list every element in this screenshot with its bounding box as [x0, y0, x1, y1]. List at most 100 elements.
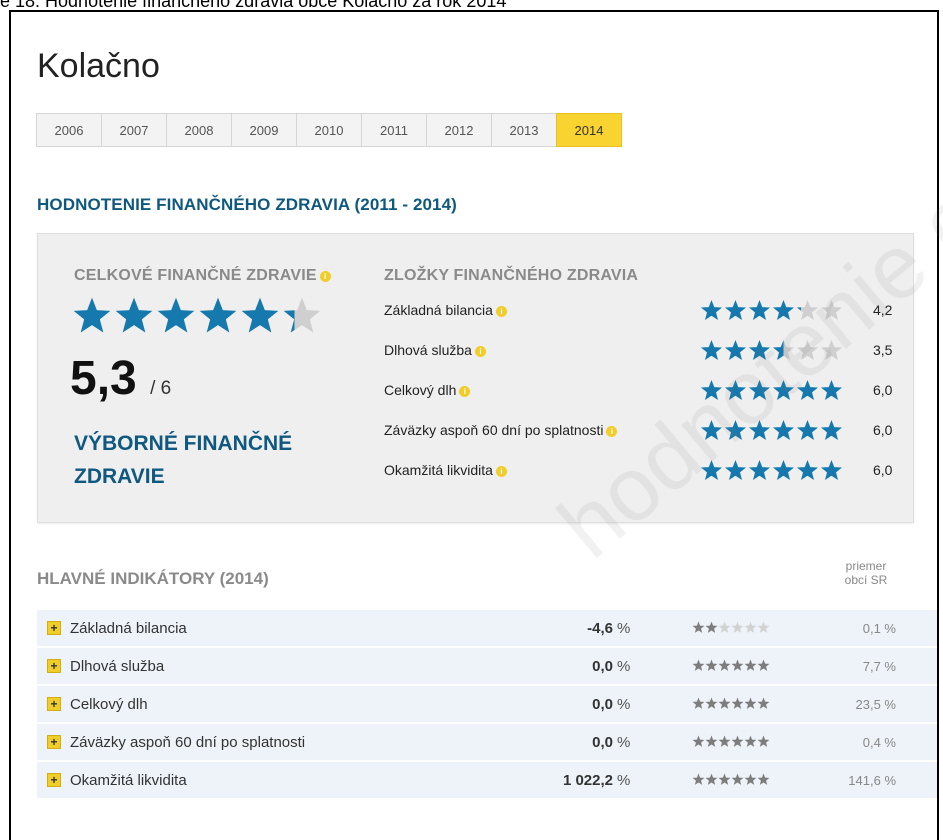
component-row: Okamžitá likvidita i 6,0: [384, 459, 904, 483]
expand-icon[interactable]: +: [47, 697, 61, 711]
star-icon: [796, 379, 819, 400]
indicator-unit: %: [617, 620, 631, 637]
health-panel: CELKOVÉ FINANČNÉ ZDRAVIE i 5,3 / 6 VÝBORN…: [37, 233, 914, 523]
table-row: + Dlhová služba 0,0% 7,7 %: [37, 648, 937, 684]
star-icon: [115, 297, 153, 333]
star-icon: [718, 773, 731, 785]
indicator-unit: %: [617, 696, 631, 713]
overall-health-label-text: CELKOVÉ FINANČNÉ ZDRAVIE: [74, 267, 317, 284]
star-icon: [700, 299, 723, 320]
star-icon: [705, 697, 718, 709]
table-row: + Celkový dlh 0,0% 23,5 %: [37, 686, 937, 722]
info-icon[interactable]: i: [606, 426, 618, 437]
star-icon: [724, 419, 747, 440]
star-icon: [731, 659, 744, 671]
expand-icon[interactable]: +: [47, 735, 61, 749]
tab-year-2006[interactable]: 2006: [36, 113, 102, 147]
star-icon: [718, 735, 731, 747]
component-stars: [700, 339, 843, 367]
info-icon[interactable]: i: [474, 346, 486, 357]
indicator-stars: [692, 773, 770, 791]
table-row: + Záväzky aspoň 60 dní po splatnosti 0,0% 0…: [37, 724, 937, 760]
expand-icon[interactable]: +: [47, 773, 61, 787]
component-stars: [700, 419, 843, 447]
tab-year-2009[interactable]: 2009: [231, 113, 297, 147]
indicator-name: Dlhová služba: [70, 658, 165, 675]
components-label: ZLOŽKY FINANČNÉHO ZDRAVIA: [384, 267, 639, 284]
indicator-value: -4,6: [587, 620, 613, 637]
star-icon: [718, 659, 731, 671]
star-icon: [724, 379, 747, 400]
tab-year-2014[interactable]: 2014: [556, 113, 622, 147]
star-icon: [724, 459, 747, 480]
component-value: 6,0: [873, 462, 893, 478]
tab-year-2012[interactable]: 2012: [426, 113, 492, 147]
component-value: 3,5: [873, 342, 893, 358]
component-row: Dlhová služba i 3,5: [384, 339, 904, 363]
star-icon: [692, 659, 705, 671]
indicator-stars: [692, 621, 770, 639]
component-name: Celkový dlh i: [384, 382, 471, 398]
indicator-unit: %: [617, 772, 631, 789]
tab-year-2008[interactable]: 2008: [166, 113, 232, 147]
average-header-line1: priemer: [845, 559, 887, 573]
info-icon[interactable]: i: [459, 386, 471, 397]
expand-icon[interactable]: +: [47, 621, 61, 635]
overall-stars: [73, 297, 321, 333]
star-icon: [748, 339, 771, 360]
star-icon: [692, 697, 705, 709]
average-column-header: priemer obcí SR: [836, 559, 896, 587]
component-name: Záväzky aspoň 60 dní po splatnosti i: [384, 422, 618, 438]
expand-icon[interactable]: +: [47, 659, 61, 673]
component-row: Základná bilancia i 4,2: [384, 299, 904, 323]
info-icon[interactable]: i: [495, 466, 507, 477]
component-value: 6,0: [873, 382, 893, 398]
star-icon: [700, 339, 723, 360]
star-icon: [772, 419, 795, 440]
overall-score-value: 5,3: [70, 352, 137, 405]
star-icon: [731, 735, 744, 747]
indicator-name: Záväzky aspoň 60 dní po splatnosti: [70, 734, 306, 751]
star-icon: [820, 419, 843, 440]
table-row: + Základná bilancia -4,6% 0,1 %: [37, 610, 937, 646]
star-icon: [692, 773, 705, 785]
indicator-average: 141,6 %: [848, 773, 896, 788]
component-star-rating: [700, 339, 843, 360]
component-name: Okamžitá likvidita i: [384, 462, 507, 478]
component-row: Záväzky aspoň 60 dní po splatnosti i 6,0: [384, 419, 904, 443]
star-icon: [199, 297, 237, 333]
tab-year-2013[interactable]: 2013: [491, 113, 557, 147]
star-icon: [744, 621, 757, 633]
star-icon: [757, 735, 770, 747]
star-icon: [241, 297, 279, 333]
health-section-title: HODNOTENIE FINANČNÉHO ZDRAVIA (2011 - 20…: [37, 195, 457, 214]
star-icon: [820, 339, 843, 360]
component-star-rating: [700, 379, 843, 400]
info-icon[interactable]: i: [495, 306, 507, 317]
star-icon: [757, 621, 770, 633]
indicator-star-rating: [692, 773, 770, 785]
indicator-stars: [692, 659, 770, 677]
star-icon: [700, 419, 723, 440]
tab-year-2007[interactable]: 2007: [101, 113, 167, 147]
info-icon[interactable]: i: [319, 271, 331, 282]
tab-year-2011[interactable]: 2011: [361, 113, 427, 147]
star-icon: [796, 299, 819, 320]
star-icon: [796, 339, 819, 360]
indicator-value: 0,0: [592, 696, 613, 713]
indicator-average: 23,5 %: [855, 697, 896, 712]
star-icon: [731, 773, 744, 785]
star-icon: [700, 379, 723, 400]
component-star-rating: [700, 419, 843, 440]
star-icon: [772, 379, 795, 400]
star-icon: [796, 459, 819, 480]
tab-year-2010[interactable]: 2010: [296, 113, 362, 147]
star-icon: [731, 697, 744, 709]
indicator-average: 0,1 %: [862, 621, 896, 636]
component-name-text: Dlhová služba: [384, 342, 472, 358]
component-stars: [700, 379, 843, 407]
star-icon: [73, 297, 111, 333]
component-name: Základná bilancia i: [384, 302, 507, 318]
star-icon: [157, 297, 195, 333]
star-icon: [772, 339, 795, 360]
